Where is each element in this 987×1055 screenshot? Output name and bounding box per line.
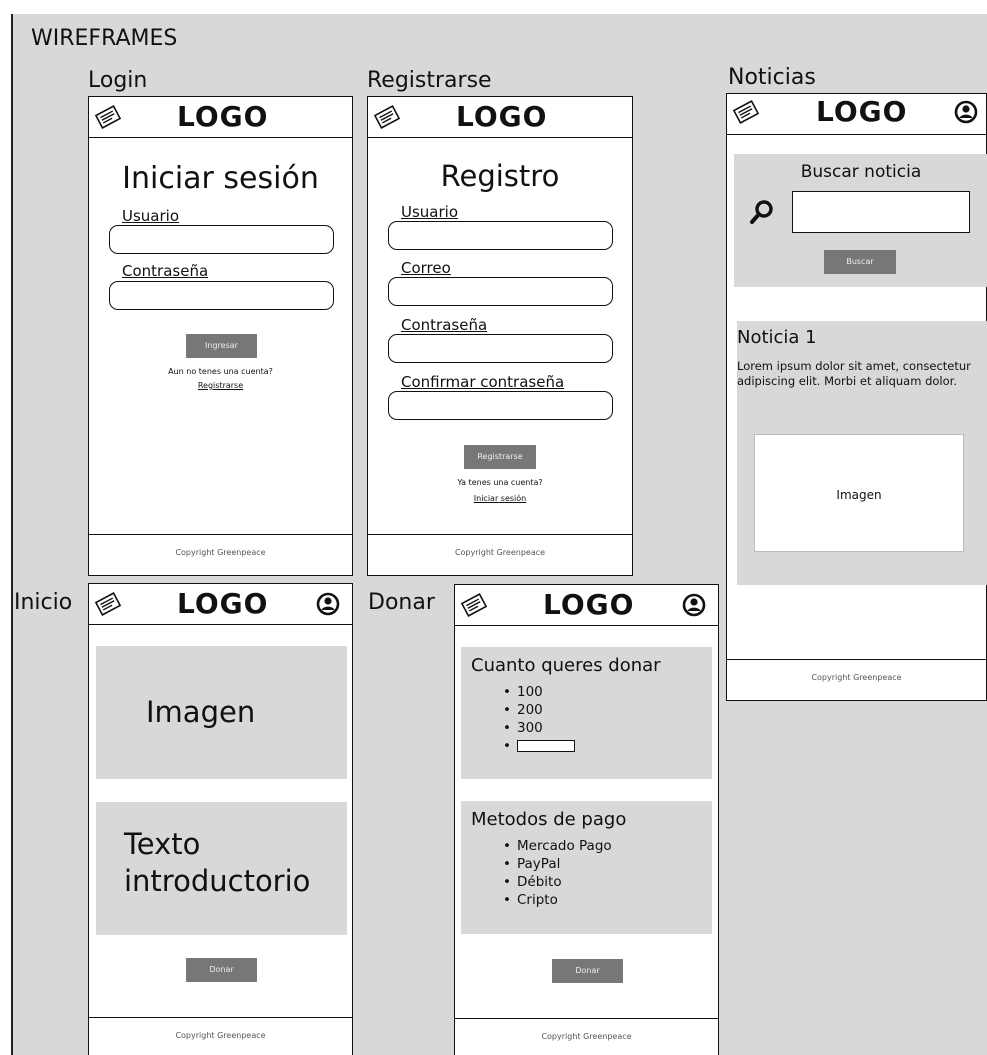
login-register-link[interactable]: Registrarse [89,381,352,390]
login-frame: LOGO Iniciar sesión Usuario Contraseña I… [88,96,353,576]
register-user-input[interactable] [388,221,613,250]
login-footer: Copyright Greenpeace [89,534,352,575]
donate-payment-option[interactable]: Cripto [503,891,612,909]
newspaper-icon[interactable] [461,593,487,617]
register-frame-label: Registrarse [367,68,492,93]
login-user-input[interactable] [109,225,334,254]
donate-custom-amount-input[interactable] [517,740,575,752]
login-user-label: Usuario [122,207,180,225]
register-header: LOGO [368,97,632,138]
register-frame: LOGO Registro Usuario Correo Contraseña … [367,96,633,576]
register-user-label: Usuario [401,203,459,221]
home-image-placeholder: Imagen [96,646,347,779]
donate-amount-panel: Cuanto queres donar 100 200 300 [461,647,712,779]
newspaper-icon[interactable] [374,105,400,129]
register-confirm-label: Confirmar contraseña [401,373,565,391]
page-title: WIREFRAMES [31,26,178,51]
donate-amount-title: Cuanto queres donar [471,655,661,676]
copyright-text: Copyright Greenpeace [454,548,546,557]
donate-amount-option[interactable]: 300 [503,719,575,737]
home-header: LOGO [89,584,352,625]
donate-submit-button[interactable]: Donar [552,959,623,983]
news-search-input[interactable] [792,191,970,233]
search-icon[interactable] [749,199,775,225]
donate-payment-panel: Metodos de pago Mercado Pago PayPal Débi… [461,801,712,934]
donate-payment-option[interactable]: Débito [503,873,612,891]
register-footer: Copyright Greenpeace [368,534,632,575]
logo: LOGO [543,588,635,621]
newspaper-icon[interactable] [95,105,121,129]
news-search-title: Buscar noticia [800,162,922,182]
user-icon[interactable] [682,593,706,617]
login-password-label: Contraseña [122,262,209,280]
home-footer: Copyright Greenpeace [89,1017,352,1055]
user-icon[interactable] [954,100,978,124]
newspaper-icon[interactable] [733,100,759,124]
register-submit-button[interactable]: Registrarse [464,445,536,469]
donate-payment-option[interactable]: PayPal [503,855,612,873]
donate-amount-list: 100 200 300 [503,683,575,755]
home-donate-button[interactable]: Donar [186,958,257,982]
register-has-account-text: Ya tenes una cuenta? [457,478,543,487]
news-search-button[interactable]: Buscar [824,250,896,274]
copyright-text: Copyright Greenpeace [175,1031,266,1040]
user-icon[interactable] [316,592,340,616]
donate-frame-label: Donar [368,590,435,615]
donate-payment-list: Mercado Pago PayPal Débito Cripto [503,837,612,909]
home-intro-panel: Texto introductorio [96,802,347,935]
donate-header: LOGO [455,585,718,626]
news-search-panel: Buscar noticia Buscar [734,154,987,287]
login-submit-button[interactable]: Ingresar [186,334,257,358]
logo: LOGO [177,100,269,133]
news-frame: LOGO Buscar noticia Buscar Noticia 1 Lor… [726,93,987,701]
news-footer: Copyright Greenpeace [727,659,986,700]
news-header: LOGO [727,94,986,135]
copyright-text: Copyright Greenpeace [541,1032,632,1041]
news-item-image-label: Imagen [836,488,882,502]
login-heading: Iniciar sesión [122,161,319,196]
news-frame-label: Noticias [728,65,816,90]
logo: LOGO [456,100,548,133]
donate-amount-option[interactable]: 200 [503,701,575,719]
wireframe-canvas: WIREFRAMES Login LOGO Iniciar sesión Usu… [0,0,987,1055]
register-login-link[interactable]: Iniciar sesión [368,494,632,503]
donate-footer: Copyright Greenpeace [455,1018,718,1055]
register-password-label: Contraseña [401,316,488,334]
home-frame-label: Inicio [14,590,73,615]
news-item-image: Imagen [754,434,964,552]
news-item-text: Lorem ipsum dolor sit amet, consectetur … [737,359,971,388]
copyright-text: Copyright Greenpeace [175,548,266,557]
home-intro-text: Texto introductorio [124,827,311,898]
home-frame: LOGO Imagen Texto introductorio Donar Co… [88,583,353,1055]
donate-amount-option[interactable]: 100 [503,683,575,701]
donate-payment-option[interactable]: Mercado Pago [503,837,612,855]
home-image-label: Imagen [146,695,256,729]
newspaper-icon[interactable] [95,592,121,616]
login-frame-label: Login [88,68,148,93]
register-confirm-input[interactable] [388,391,613,420]
donate-frame: LOGO Cuanto queres donar 100 200 300 Met… [454,584,719,1055]
login-password-input[interactable] [109,281,334,310]
logo: LOGO [816,95,908,128]
logo: LOGO [177,587,269,620]
login-header: LOGO [89,97,352,138]
donate-payment-title: Metodos de pago [471,809,627,830]
news-item-title: Noticia 1 [737,327,817,348]
news-item-card: Noticia 1 Lorem ipsum dolor sit amet, co… [737,321,987,585]
login-no-account-text: Aun no tenes una cuenta? [168,367,273,376]
copyright-text: Copyright Greenpeace [811,673,902,682]
register-email-label: Correo [401,259,451,277]
register-email-input[interactable] [388,277,613,306]
register-password-input[interactable] [388,334,613,363]
donate-custom-amount[interactable] [503,737,575,755]
register-heading: Registro [440,159,560,193]
